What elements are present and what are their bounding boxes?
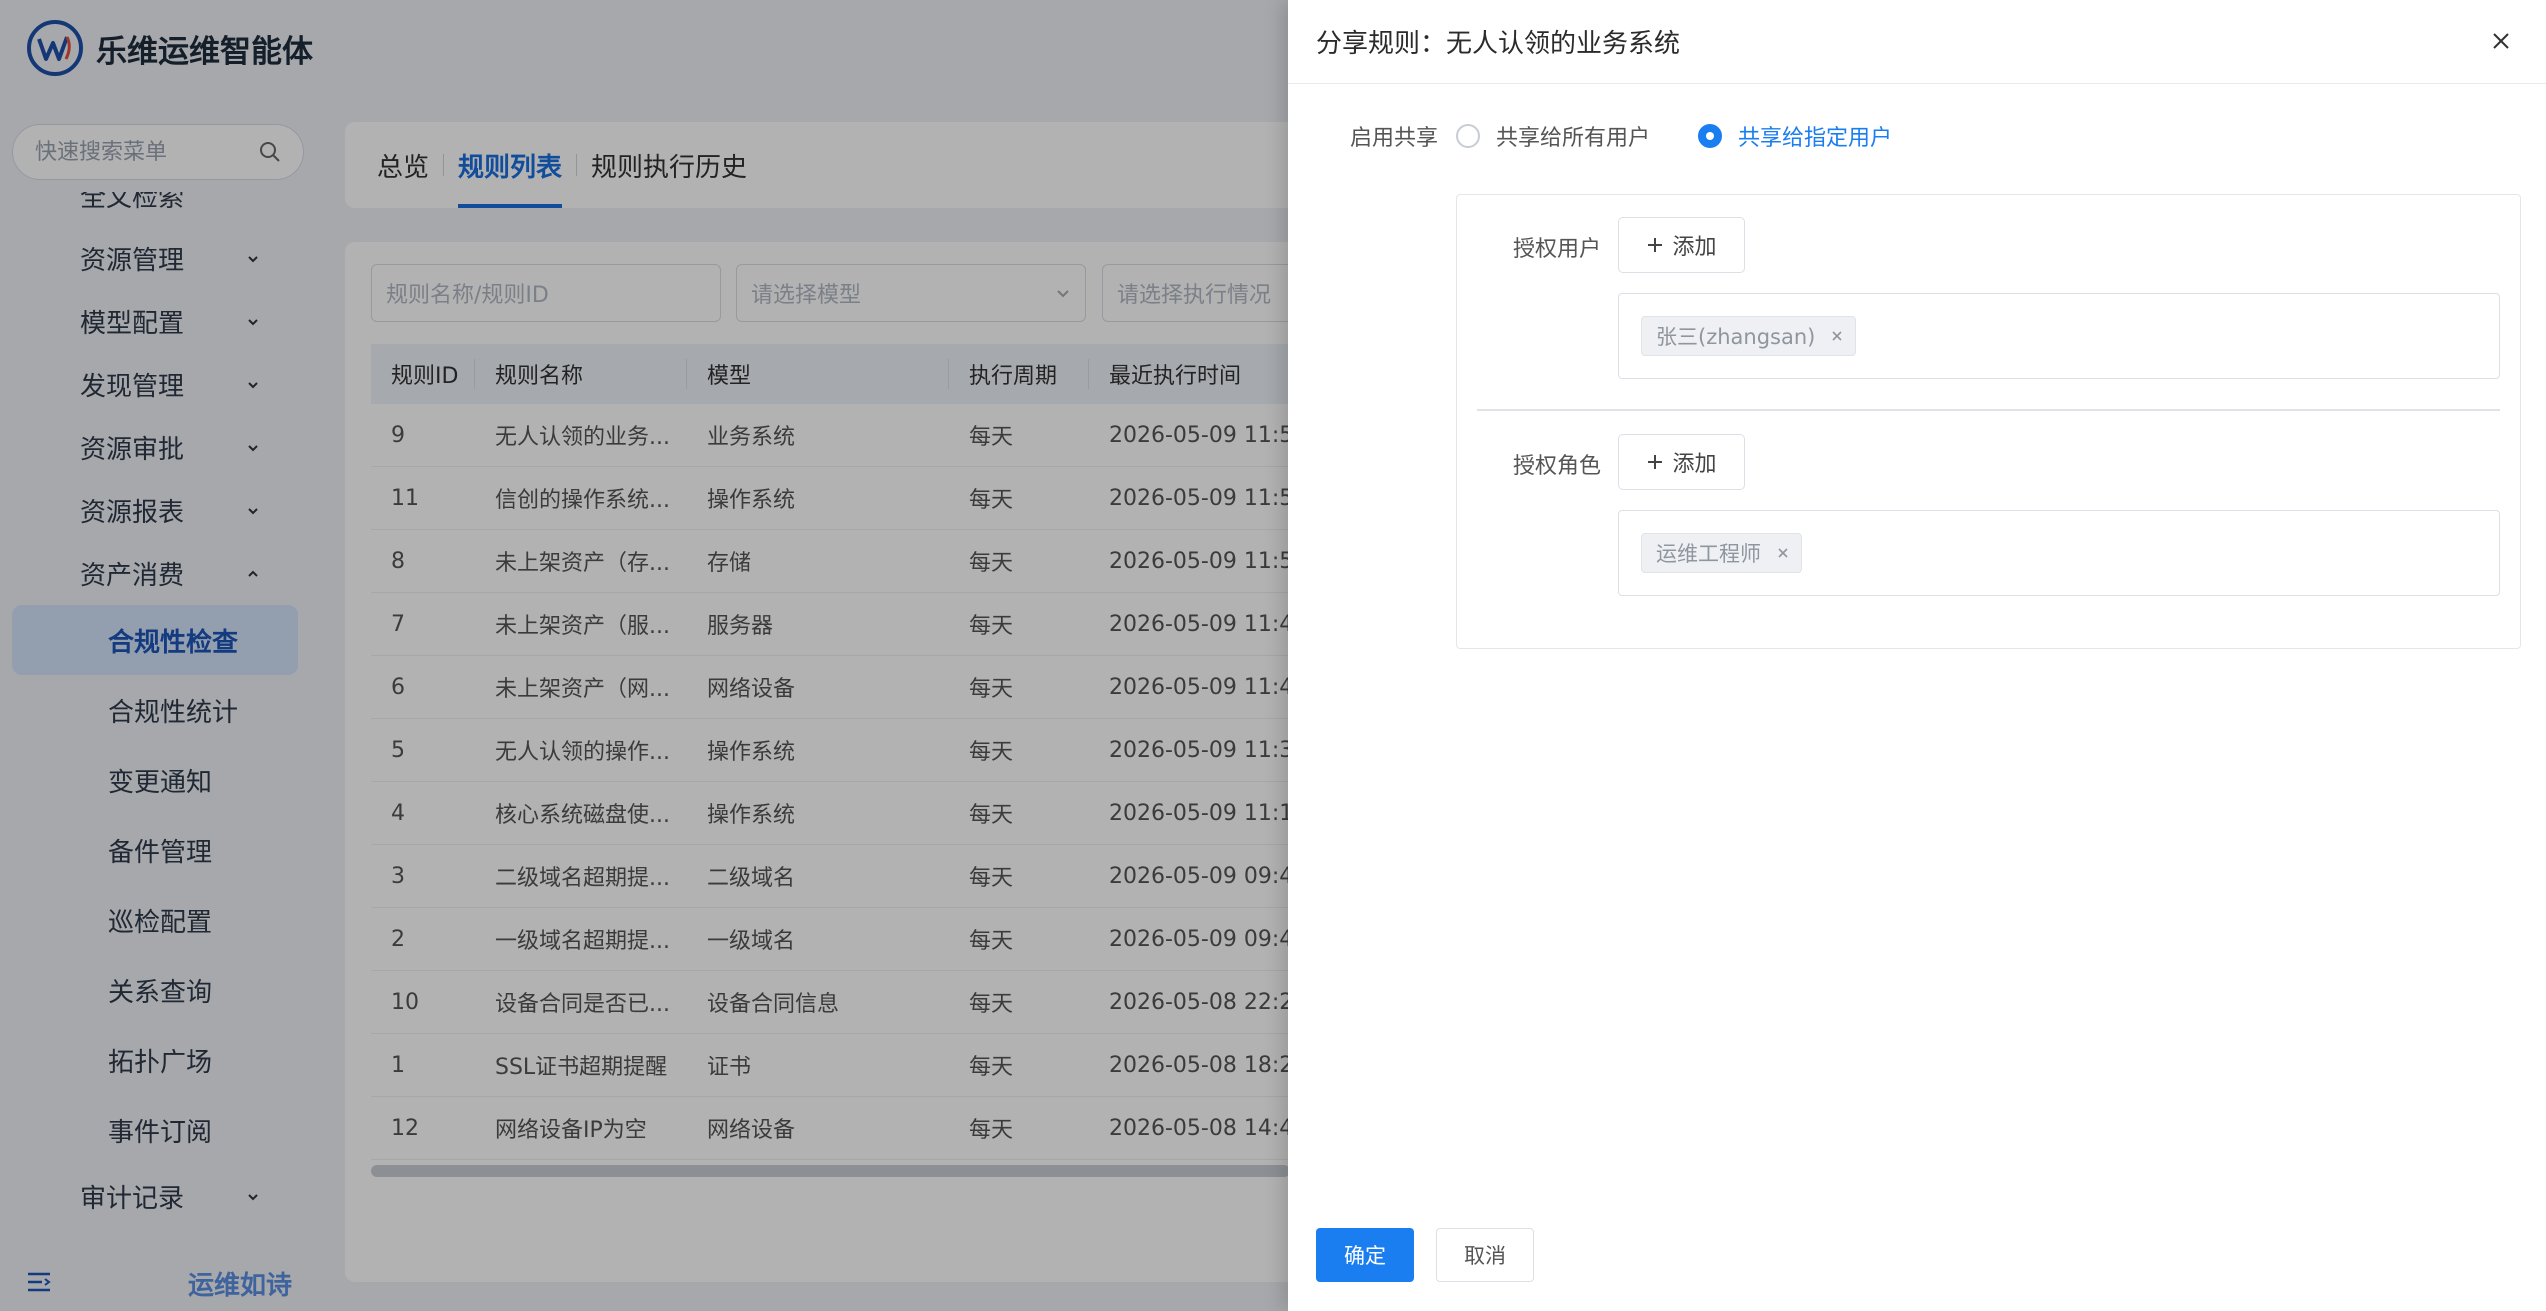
radio-label: 共享给所有用户 — [1496, 126, 1651, 151]
tag-close-icon[interactable] — [1777, 547, 1789, 559]
tag-label: 运维工程师 — [1656, 542, 1761, 566]
add-role-button[interactable]: 添加 — [1618, 434, 1745, 490]
drawer-header: 分享规则：无人认领的业务系统 — [1288, 0, 2546, 84]
tag-close-icon[interactable] — [1831, 330, 1843, 342]
share-rule-drawer: 分享规则：无人认领的业务系统 启用共享 共享给所有用户 共享给指定用户 授权用户… — [1288, 0, 2546, 1311]
plus-icon — [1648, 455, 1663, 469]
role-tag: 运维工程师 — [1641, 533, 1802, 573]
user-tag: 张三(zhangsan) — [1641, 316, 1857, 356]
user-tag-area[interactable]: 张三(zhangsan) — [1618, 293, 2500, 379]
add-user-button[interactable]: 添加 — [1618, 217, 1745, 273]
share-label: 启用共享 — [1350, 126, 1439, 151]
tag-label: 张三(zhangsan) — [1656, 325, 1816, 349]
close-icon[interactable] — [2490, 30, 2512, 52]
role-tag-area[interactable]: 运维工程师 — [1618, 510, 2500, 596]
drawer-title: 分享规则：无人认领的业务系统 — [1316, 29, 1681, 59]
confirm-button[interactable]: 确定 — [1316, 1228, 1414, 1282]
add-button-label: 添加 — [1672, 452, 1717, 477]
authorization-box: 授权用户 添加 张三(zhangsan) 授权角色 添加 运维工程师 — [1456, 194, 2521, 649]
radio-share-specified-users[interactable]: 共享给指定用户 — [1698, 120, 1892, 152]
section-divider — [1477, 409, 2500, 411]
radio-label: 共享给指定用户 — [1738, 126, 1893, 151]
auth-user-label: 授权用户 — [1513, 237, 1602, 262]
drawer-footer: 确定 取消 — [1316, 1228, 1534, 1282]
radio-share-all-users[interactable]: 共享给所有用户 — [1456, 120, 1650, 152]
plus-icon — [1648, 238, 1663, 252]
radio-circle — [1456, 124, 1480, 148]
auth-role-label: 授权角色 — [1513, 454, 1602, 479]
add-button-label: 添加 — [1672, 235, 1717, 260]
modal-overlay[interactable] — [0, 0, 1290, 1311]
cancel-button[interactable]: 取消 — [1436, 1228, 1534, 1282]
radio-circle-checked — [1698, 124, 1722, 148]
